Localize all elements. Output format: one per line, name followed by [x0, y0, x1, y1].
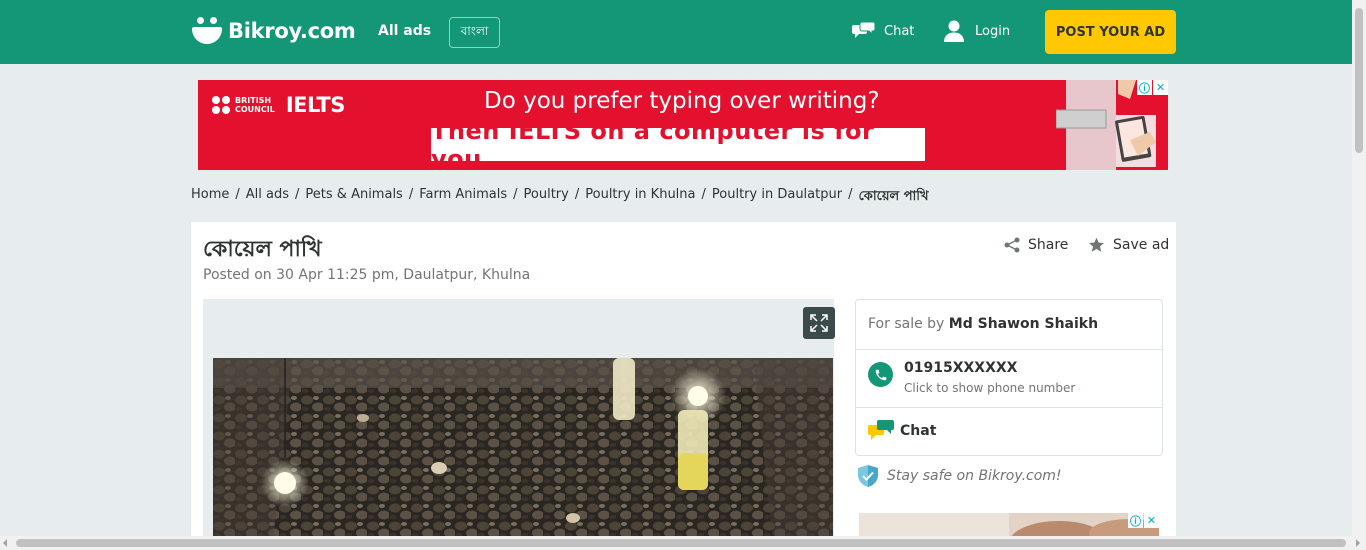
- share-button[interactable]: Share: [1004, 237, 1068, 253]
- seller-name-row: For sale by Md Shawon Shaikh: [856, 300, 1162, 350]
- show-phone-button[interactable]: 01915XXXXXX Click to show phone number: [856, 350, 1162, 408]
- breadcrumb-home[interactable]: Home: [191, 187, 229, 208]
- safety-label: Stay safe on Bikroy.com!: [887, 468, 1062, 484]
- ielts-wordmark: IELTS: [285, 93, 346, 117]
- phone-number: 01915XXXXXX: [904, 360, 1018, 376]
- ad-close-icon[interactable]: ✕: [1153, 80, 1168, 95]
- login-label: Login: [975, 23, 1011, 39]
- banner-subline: Then IELTS on a computer is for you: [431, 117, 925, 170]
- breadcrumb-poultry-daulatpur[interactable]: Poultry in Daulatpur: [712, 187, 842, 208]
- british-council-logo: BRITISH COUNCIL IELTS: [212, 93, 345, 117]
- phone-hint: Click to show phone number: [904, 381, 1076, 395]
- all-ads-link[interactable]: All ads: [378, 23, 431, 39]
- seller-box: For sale by Md Shawon Shaikh 01915XXXXXX…: [855, 299, 1163, 456]
- breadcrumb-all-ads[interactable]: All ads: [246, 187, 289, 208]
- phone-icon: [868, 362, 893, 387]
- quail-chicks-photo[interactable]: [213, 358, 833, 542]
- bikroy-logo[interactable]: Bikroy.com: [192, 16, 356, 46]
- ielts-banner-ad[interactable]: BRITISH COUNCIL IELTS Do you prefer typi…: [198, 80, 1168, 170]
- scroll-right-arrow[interactable]: [1356, 539, 1360, 547]
- chat-icon: [868, 420, 894, 440]
- chat-label: Chat: [900, 423, 937, 439]
- sidebar-ad-close-icon[interactable]: ✕: [1144, 513, 1159, 528]
- scroll-left-arrow[interactable]: [3, 539, 7, 547]
- save-label: Save ad: [1113, 237, 1170, 253]
- expand-icon: [810, 314, 828, 332]
- chat-nav-label: Chat: [884, 23, 915, 39]
- share-label: Share: [1028, 237, 1069, 253]
- breadcrumb-farm-animals[interactable]: Farm Animals: [419, 187, 507, 208]
- banner-headline: Do you prefer typing over writing?: [484, 88, 880, 114]
- share-icon: [1004, 237, 1020, 253]
- posted-info: Posted on 30 Apr 11:25 pm, Daulatpur, Kh…: [203, 267, 531, 283]
- top-header: Bikroy.com All ads বাংলা Chat Login POST…: [0, 0, 1352, 64]
- horizontal-scrollbar[interactable]: [0, 536, 1366, 550]
- seller-name[interactable]: Md Shawon Shaikh: [949, 316, 1098, 332]
- listing-title: কোয়েল পাখি: [203, 237, 322, 262]
- fullscreen-button[interactable]: [803, 307, 835, 339]
- listing-card: কোয়েল পাখি Posted on 30 Apr 11:25 pm, D…: [191, 222, 1176, 542]
- safety-tips-link[interactable]: Stay safe on Bikroy.com!: [857, 464, 1062, 488]
- sidebar-ad-info-icon[interactable]: ⓘ: [1128, 513, 1143, 528]
- chat-with-seller-button[interactable]: Chat: [856, 408, 1162, 455]
- save-ad-button[interactable]: Save ad: [1088, 237, 1169, 253]
- star-icon: [1088, 237, 1105, 252]
- login-link[interactable]: Login: [943, 20, 1010, 42]
- logo-text: Bikroy.com: [228, 19, 356, 43]
- smile-logo-icon: [192, 16, 222, 46]
- horizontal-scroll-thumb[interactable]: [16, 539, 1346, 547]
- user-icon: [944, 20, 964, 42]
- sidebar-ad-choices: ⓘ ✕: [1128, 513, 1159, 528]
- image-gallery[interactable]: [203, 299, 835, 542]
- vertical-scrollbar[interactable]: [1352, 0, 1366, 536]
- breadcrumb-pets-animals[interactable]: Pets & Animals: [305, 187, 402, 208]
- breadcrumb-poultry-khulna[interactable]: Poultry in Khulna: [585, 187, 695, 208]
- post-your-ad-button[interactable]: POST YOUR AD: [1045, 10, 1176, 54]
- chat-bubbles-icon: [852, 22, 875, 38]
- breadcrumb: Home / All ads / Pets & Animals / Farm Anim…: [191, 187, 929, 208]
- language-toggle-button[interactable]: বাংলা: [449, 17, 500, 48]
- vertical-scroll-thumb[interactable]: [1355, 8, 1363, 153]
- ad-choices-controls: ⓘ ✕: [1137, 80, 1168, 95]
- chat-nav-link[interactable]: Chat: [852, 22, 914, 40]
- breadcrumb-poultry[interactable]: Poultry: [524, 187, 569, 208]
- breadcrumb-current: কোয়েল পাখি: [858, 189, 929, 204]
- shield-check-icon: [858, 465, 878, 487]
- ad-info-icon[interactable]: ⓘ: [1137, 80, 1152, 95]
